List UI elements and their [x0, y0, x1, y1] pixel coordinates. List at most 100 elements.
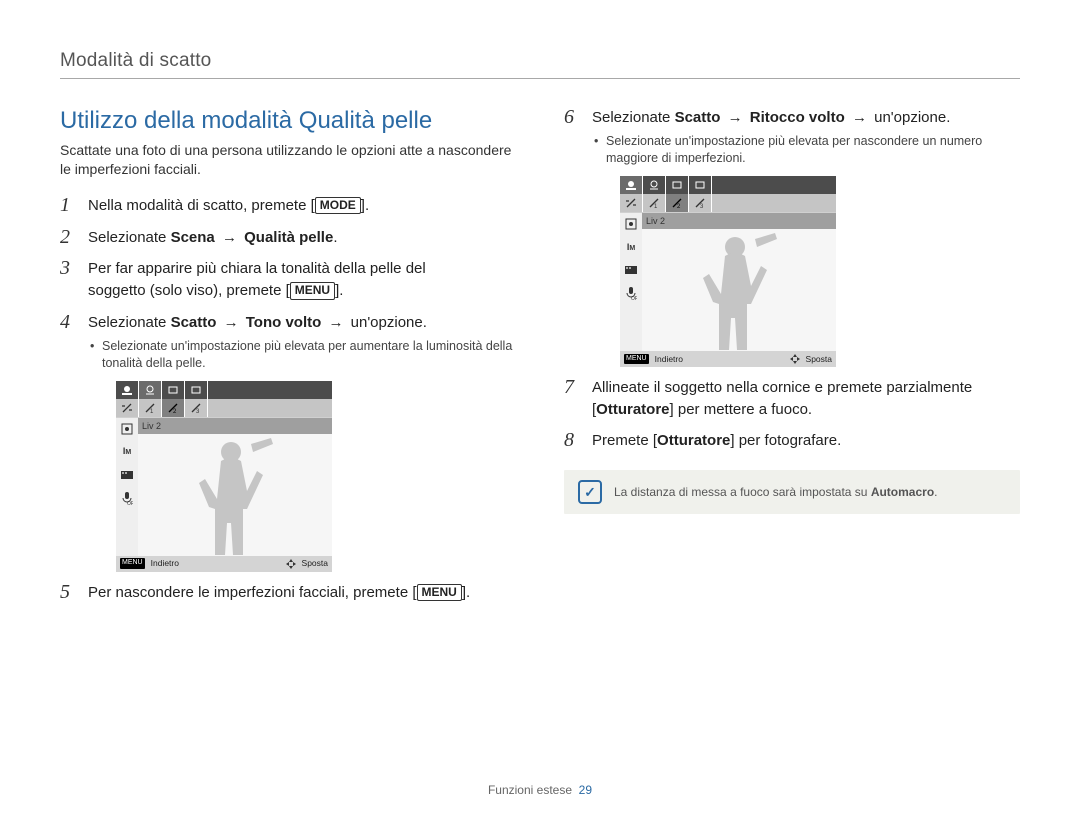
step-4-note-item: Selezionate un'impostazione più elevata … — [88, 338, 516, 373]
menu-path: Scatto — [171, 314, 217, 331]
step-text: Selezionate — [88, 314, 171, 331]
step-number: 5 — [60, 578, 70, 607]
left-column: Utilizzo della modalità Qualità pelle Sc… — [60, 107, 516, 613]
step-4: 4 Selezionate Scatto → Tono volto → un'o… — [60, 312, 516, 572]
level-1-icon: 1 — [643, 194, 666, 212]
footer-section: Funzioni estese — [488, 783, 572, 797]
step-text: ] per fotografare. — [730, 432, 841, 449]
face-tone-icon — [116, 381, 139, 399]
step-6-note: Selezionate un'impostazione più elevata … — [592, 133, 1020, 168]
shutter-key: Otturatore — [596, 401, 669, 418]
screen-top-tab-row — [116, 381, 332, 399]
move-label: Sposta — [302, 557, 328, 569]
svg-text:3: 3 — [700, 204, 704, 209]
quality-icon — [116, 464, 138, 487]
screen-level-row: 1 2 3 — [620, 194, 836, 212]
camera-screen-tono: 1 2 3 IM — [116, 381, 332, 572]
step-1: 1 Nella modalità di scatto, premete [MOD… — [60, 195, 516, 217]
step-text: Selezionate — [88, 229, 171, 246]
face-retouch-icon — [643, 176, 666, 194]
info-icon: ✓ — [578, 480, 602, 504]
content-columns: Utilizzo della modalità Qualità pelle Sc… — [60, 107, 1020, 613]
screen-body: IM OFF Liv 2 — [620, 212, 836, 351]
focus-bracket-icon — [620, 213, 642, 236]
step-text: Nella modalità di scatto, premete [ — [88, 197, 315, 214]
step-text: Per far apparire più chiara la tonalità … — [88, 260, 426, 277]
svg-text:3: 3 — [196, 409, 200, 414]
camera-screen-ritocco: 1 2 3 IM — [620, 176, 836, 367]
step-text: Allineate il soggetto nella cornice e pr… — [592, 379, 972, 396]
step-text: soggetto (solo viso), premete [ — [88, 282, 290, 299]
mic-off-icon: OFF — [116, 487, 138, 510]
step-text: Per nascondere le imperfezioni facciali,… — [88, 584, 417, 601]
arrow-icon: → — [849, 109, 870, 126]
step-text: ]. — [462, 584, 470, 601]
level-off-icon — [116, 399, 139, 417]
screen-body: IM OFF Liv 2 — [116, 417, 332, 556]
resolution-icon: IM — [620, 236, 642, 259]
step-number: 8 — [564, 426, 574, 455]
step-text: un'opzione. — [870, 109, 950, 126]
menu-key: MENU — [417, 584, 462, 602]
step-text: ]. — [335, 282, 343, 299]
screen-side-icons: IM OFF — [116, 418, 138, 556]
menu-path: Scena — [171, 229, 215, 246]
mic-off-icon: OFF — [620, 282, 642, 305]
tab-icon — [666, 176, 689, 194]
level-2-icon: 2 — [666, 194, 689, 212]
svg-text:OFF: OFF — [127, 501, 133, 505]
step-text: Selezionate — [592, 109, 675, 126]
svg-text:2: 2 — [677, 204, 681, 209]
step-number: 1 — [60, 191, 70, 220]
resolution-icon: IM — [116, 441, 138, 464]
step-number: 2 — [60, 223, 70, 252]
move-label: Sposta — [806, 353, 832, 365]
dpad-icon — [286, 559, 296, 569]
tab-icon — [689, 176, 712, 194]
arrow-icon: → — [221, 314, 242, 331]
svg-text:1: 1 — [654, 204, 658, 209]
level-off-icon — [620, 194, 643, 212]
screen-top-tab-row — [620, 176, 836, 194]
step-8: 8 Premete [Otturatore] per fotografare. — [564, 430, 1020, 452]
step-4-note: Selezionate un'impostazione più elevata … — [88, 338, 516, 373]
back-label: Indietro — [655, 353, 683, 365]
step-3: 3 Per far apparire più chiara la tonalit… — [60, 258, 516, 302]
face-retouch-icon — [139, 381, 162, 399]
step-text: ] per mettere a fuoco. — [670, 401, 813, 418]
mode-key: MODE — [315, 197, 361, 215]
step-number: 7 — [564, 373, 574, 402]
steps-left: 1 Nella modalità di scatto, premete [MOD… — [60, 195, 516, 604]
menu-path: Tono volto — [246, 314, 322, 331]
back-label: Indietro — [151, 557, 179, 569]
level-label: Liv 2 — [642, 213, 836, 229]
screen-bottom-bar: MENU Indietro Sposta — [116, 556, 332, 572]
step-7: 7 Allineate il soggetto nella cornice e … — [564, 377, 1020, 421]
tab-icon — [162, 381, 185, 399]
screen-bottom-bar: MENU Indietro Sposta — [620, 351, 836, 367]
shutter-key: Otturatore — [657, 432, 730, 449]
right-column: 6 Selezionate Scatto → Ritocco volto → u… — [564, 107, 1020, 613]
step-5: 5 Per nascondere le imperfezioni faccial… — [60, 582, 516, 604]
person-silhouette — [183, 436, 283, 556]
step-text: un'opzione. — [346, 314, 426, 331]
section-title: Utilizzo della modalità Qualità pelle — [60, 107, 516, 135]
menu-path: Qualità pelle — [244, 229, 333, 246]
level-3-icon: 3 — [689, 194, 712, 212]
page-header: Modalità di scatto — [60, 50, 1020, 79]
menu-path: Scatto — [675, 109, 721, 126]
section-intro: Scattate una foto di una persona utilizz… — [60, 141, 516, 179]
arrow-icon: → — [725, 109, 746, 126]
info-note: ✓ La distanza di messa a fuoco sarà impo… — [564, 470, 1020, 514]
step-6-note-item: Selezionate un'impostazione più elevata … — [592, 133, 1020, 168]
step-2: 2 Selezionate Scena → Qualità pelle. — [60, 227, 516, 249]
dpad-icon — [790, 354, 800, 364]
person-silhouette — [687, 231, 787, 351]
page-footer: Funzioni estese 29 — [0, 783, 1080, 797]
screen-level-row: 1 2 3 — [116, 399, 332, 417]
step-number: 4 — [60, 308, 70, 337]
menu-key-icon: MENU — [120, 558, 145, 568]
level-1-icon: 1 — [139, 399, 162, 417]
level-label: Liv 2 — [138, 418, 332, 434]
menu-key: MENU — [290, 282, 335, 300]
